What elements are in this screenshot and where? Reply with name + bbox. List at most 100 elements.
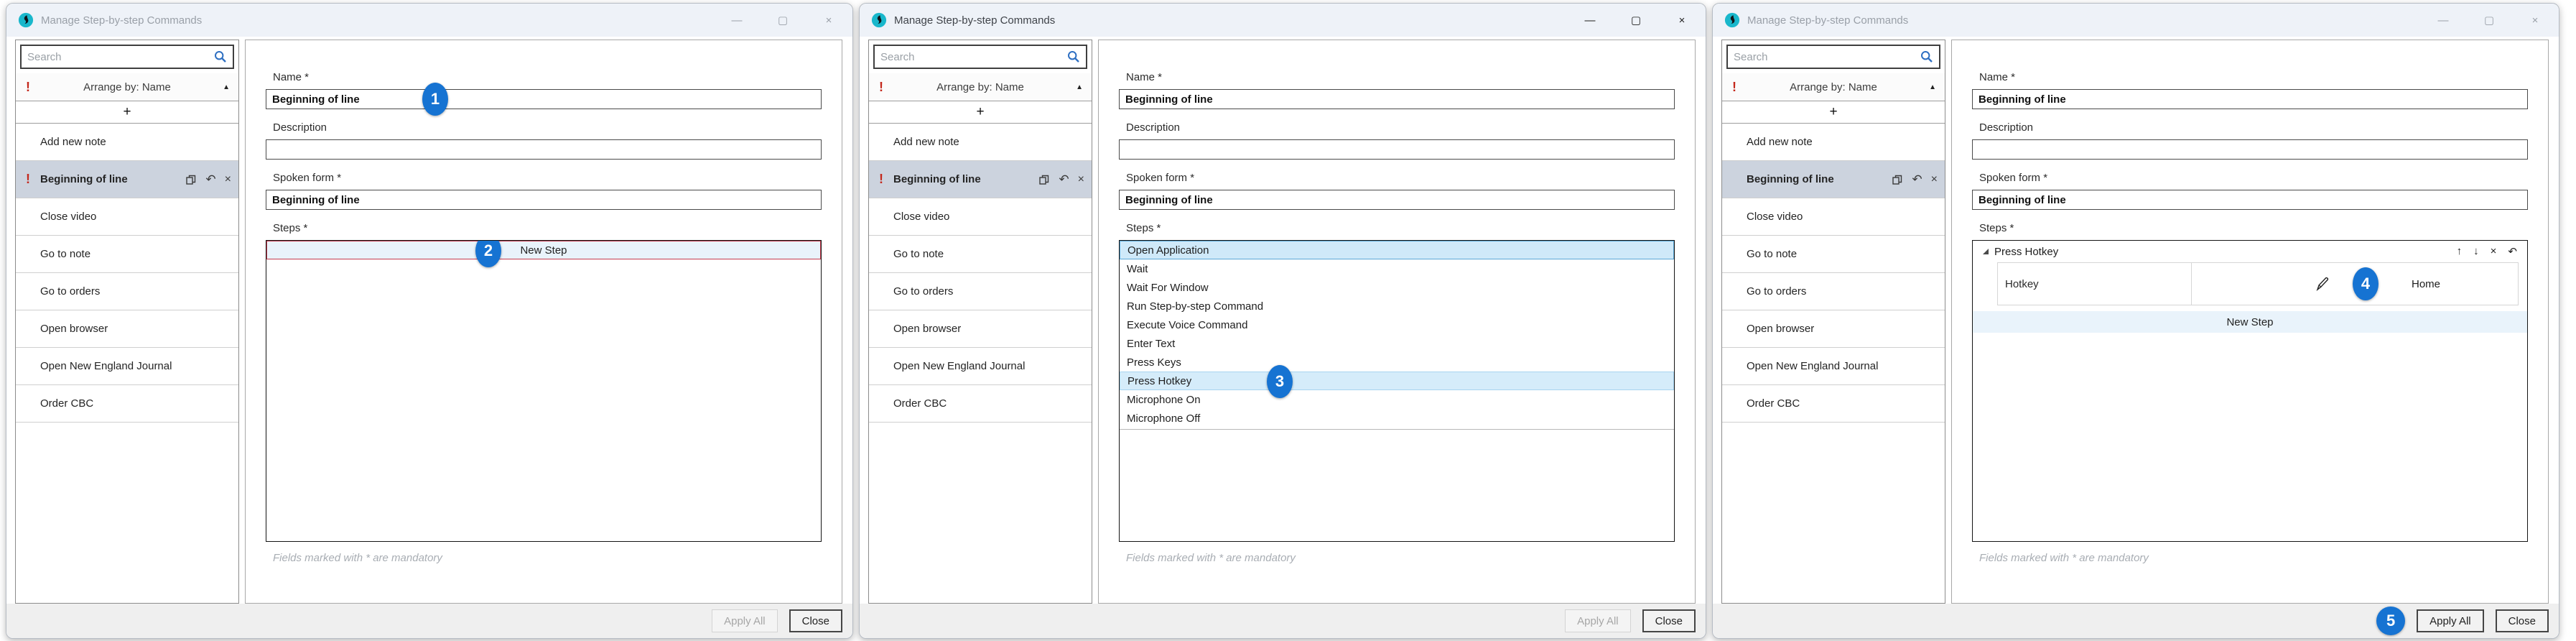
add-command-button[interactable]: + — [869, 101, 1092, 124]
list-item[interactable]: Open New England Journal — [869, 348, 1092, 385]
close-button[interactable]: × — [822, 14, 835, 27]
description-input[interactable] — [1119, 139, 1675, 160]
add-command-button[interactable]: + — [16, 101, 238, 124]
list-item[interactable]: Close video — [869, 198, 1092, 236]
description-input[interactable] — [266, 139, 822, 160]
step-type-option[interactable]: Microphone On — [1120, 390, 1674, 409]
name-input[interactable] — [1119, 89, 1675, 109]
new-step-row[interactable]: New Step 2 — [266, 241, 821, 259]
window-title: Manage Step-by-step Commands — [41, 14, 202, 27]
list-item[interactable]: Order CBC — [16, 385, 238, 423]
description-input[interactable] — [1972, 139, 2528, 160]
error-exclamation-icon: ! — [26, 172, 30, 187]
search-input[interactable] — [1726, 45, 1940, 69]
list-item[interactable]: Close video — [1722, 198, 1945, 236]
titlebar[interactable]: Manage Step-by-step Commands — ▢ × — [1713, 4, 2559, 37]
edit-pencil-icon[interactable] — [2314, 275, 2331, 292]
list-item[interactable]: Go to orders — [1722, 273, 1945, 310]
step-type-option[interactable]: Execute Voice Command — [1120, 315, 1674, 334]
close-dialog-button[interactable]: Close — [2496, 609, 2549, 632]
copy-icon[interactable] — [1892, 174, 1903, 185]
spoken-form-input[interactable] — [1119, 190, 1675, 210]
step-type-option[interactable]: Run Step-by-step Command — [1120, 297, 1674, 315]
hotkey-field-value[interactable]: 4 Home — [2192, 263, 2518, 305]
list-item-selected[interactable]: ! Beginning of line ↶ × — [16, 161, 238, 198]
list-item[interactable]: Go to orders — [16, 273, 238, 310]
list-item[interactable]: Order CBC — [1722, 385, 1945, 423]
delete-icon[interactable]: × — [1078, 173, 1084, 186]
description-label: Description — [273, 121, 822, 135]
list-item[interactable]: Add new note — [1722, 124, 1945, 161]
list-item[interactable]: Go to note — [16, 236, 238, 273]
maximize-button[interactable]: ▢ — [2483, 14, 2496, 27]
apply-all-button[interactable]: Apply All — [712, 609, 778, 632]
add-command-button[interactable]: + — [1722, 101, 1945, 124]
list-item[interactable]: Add new note — [16, 124, 238, 161]
undo-icon[interactable]: ↶ — [205, 172, 215, 187]
step-type-option-press-hotkey[interactable]: Press Hotkey 3 — [1120, 372, 1674, 390]
list-item-selected[interactable]: Beginning of line ↶ × — [1722, 161, 1945, 198]
titlebar[interactable]: Manage Step-by-step Commands — ▢ × — [6, 4, 852, 37]
close-dialog-button[interactable]: Close — [1642, 609, 1696, 632]
list-item[interactable]: Order CBC — [869, 385, 1092, 423]
list-item[interactable]: Open browser — [869, 310, 1092, 348]
step-type-option[interactable]: Enter Text — [1120, 334, 1674, 353]
arrange-by-header[interactable]: ! Arrange by: Name ▲ — [16, 73, 238, 101]
arrange-by-header[interactable]: ! Arrange by: Name ▲ — [1722, 73, 1945, 101]
arrange-by-header[interactable]: ! Arrange by: Name ▲ — [869, 73, 1092, 101]
spoken-form-input[interactable] — [266, 190, 822, 210]
list-item[interactable]: Open browser — [1722, 310, 1945, 348]
close-button[interactable]: × — [1675, 14, 1688, 27]
search-input[interactable] — [873, 45, 1087, 69]
move-down-icon[interactable]: ↓ — [2473, 245, 2479, 258]
list-item-selected[interactable]: ! Beginning of line ↶ × — [869, 161, 1092, 198]
name-input[interactable] — [1972, 89, 2528, 109]
minimize-button[interactable]: — — [730, 14, 743, 27]
undo-step-icon[interactable]: ↶ — [2508, 245, 2517, 258]
delete-icon[interactable]: × — [1931, 173, 1938, 186]
list-item[interactable]: Open New England Journal — [1722, 348, 1945, 385]
close-dialog-button[interactable]: Close — [789, 609, 842, 632]
delete-icon[interactable]: × — [225, 173, 231, 186]
name-label: Name * — [273, 70, 822, 85]
list-item[interactable]: Close video — [16, 198, 238, 236]
press-hotkey-step-header[interactable]: Press Hotkey ↑ ↓ × ↶ — [1973, 241, 2527, 262]
move-up-icon[interactable]: ↑ — [2457, 245, 2463, 258]
list-item[interactable]: Go to note — [1722, 236, 1945, 273]
apply-all-button[interactable]: Apply All — [1565, 609, 1631, 632]
annotation-badge-3: 3 — [1267, 365, 1293, 398]
step-type-option[interactable]: Open Application — [1120, 241, 1674, 259]
apply-all-button[interactable]: Apply All — [2417, 609, 2484, 632]
arrange-by-label: Arrange by: Name — [83, 81, 171, 93]
delete-step-icon[interactable]: × — [2491, 245, 2497, 258]
step-type-option[interactable]: Press Keys — [1120, 353, 1674, 372]
dialog-footer: Apply All Close — [860, 604, 1706, 638]
list-item[interactable]: Go to note — [869, 236, 1092, 273]
window-2: Manage Step-by-step Commands — ▢ × ! Arr… — [859, 3, 1706, 639]
undo-icon[interactable]: ↶ — [1912, 172, 1922, 187]
minimize-button[interactable]: — — [1584, 14, 1596, 27]
step-type-option[interactable]: Wait — [1120, 259, 1674, 278]
step-type-option[interactable]: Wait For Window — [1120, 278, 1674, 297]
close-button[interactable]: × — [2529, 14, 2542, 27]
maximize-button[interactable]: ▢ — [1629, 14, 1642, 27]
expander-icon[interactable] — [1983, 249, 1989, 254]
list-item[interactable]: Open browser — [16, 310, 238, 348]
step-type-option[interactable]: Microphone Off — [1120, 409, 1674, 428]
copy-icon[interactable] — [185, 174, 197, 185]
search-icon — [1920, 50, 1934, 64]
titlebar[interactable]: Manage Step-by-step Commands — ▢ × — [860, 4, 1706, 37]
new-step-row[interactable]: New Step — [1973, 311, 2527, 333]
list-item[interactable]: Go to orders — [869, 273, 1092, 310]
error-exclamation-icon: ! — [1732, 80, 1736, 95]
name-input[interactable] — [266, 89, 822, 109]
list-item[interactable]: Open New England Journal — [16, 348, 238, 385]
copy-icon[interactable] — [1038, 174, 1050, 185]
search-input[interactable] — [20, 45, 234, 69]
undo-icon[interactable]: ↶ — [1059, 172, 1069, 187]
spoken-form-input[interactable] — [1972, 190, 2528, 210]
maximize-button[interactable]: ▢ — [776, 14, 789, 27]
list-item[interactable]: Add new note — [869, 124, 1092, 161]
window-title: Manage Step-by-step Commands — [894, 14, 1055, 27]
minimize-button[interactable]: — — [2437, 14, 2450, 27]
